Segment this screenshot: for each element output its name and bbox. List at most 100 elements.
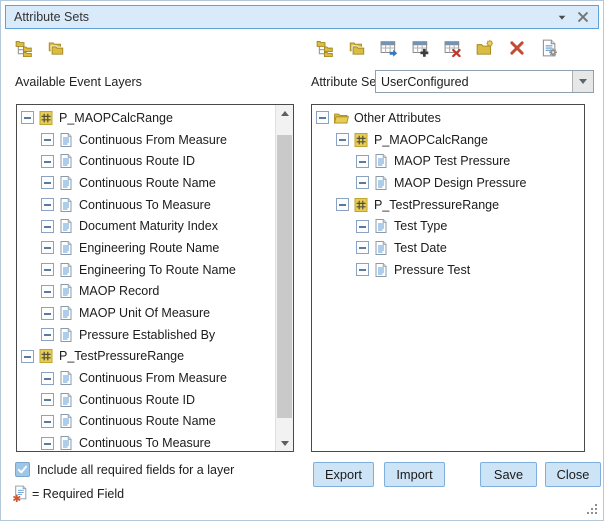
tree-item[interactable]: Engineering To Route Name [17,259,293,281]
expand-layers-tree-icon[interactable] [15,39,33,57]
pane-options-caret-icon[interactable] [555,10,569,24]
include-required-checkbox[interactable] [15,462,30,477]
tree-item[interactable]: MAOP Unit Of Measure [17,302,293,324]
tree-item-label: Pressure Established By [79,328,215,342]
tree-item-label: Continuous From Measure [79,371,227,385]
tree-item[interactable]: Test Type [312,215,584,237]
tree-item[interactable]: Continuous Route ID [17,389,293,411]
field-icon [373,218,389,234]
field-icon [373,240,389,256]
new-attribute-set-icon[interactable] [476,39,494,57]
window-controls [555,6,590,28]
tree-item[interactable]: P_TestPressureRange [312,194,584,216]
expand-attributes-tree-icon[interactable] [316,39,334,57]
left-tree-scrollbar[interactable] [275,105,293,451]
tree-item[interactable]: Continuous Route Name [17,411,293,433]
collapse-expander-icon[interactable] [21,350,34,363]
field-icon [373,262,389,278]
tree-item[interactable]: Continuous Route Name [17,172,293,194]
collapse-expander-icon[interactable] [356,176,369,189]
tree-item-label: Document Maturity Index [79,219,218,233]
scrollbar-thumb[interactable] [277,135,292,418]
tree-item-label: Test Type [394,219,447,233]
collapse-attributes-tree-icon[interactable] [348,39,366,57]
tree-item[interactable]: Continuous To Measure [17,432,293,451]
required-field-icon [11,484,29,502]
collapse-expander-icon[interactable] [41,307,54,320]
tree-item-label: Continuous To Measure [79,198,211,212]
collapse-expander-icon[interactable] [41,415,54,428]
tree-item-label: Engineering To Route Name [79,263,236,277]
collapse-expander-icon[interactable] [41,220,54,233]
scroll-up-icon[interactable] [276,105,293,121]
resize-grip[interactable] [587,504,599,516]
remove-table-field-icon[interactable] [444,39,462,57]
field-icon [58,327,74,343]
collapse-expander-icon[interactable] [41,393,54,406]
collapse-expander-icon[interactable] [316,111,329,124]
collapse-expander-icon[interactable] [336,133,349,146]
tree-item-label: Test Date [394,241,447,255]
add-table-field-icon[interactable] [412,39,430,57]
tree-item[interactable]: Pressure Test [312,259,584,281]
collapse-expander-icon[interactable] [41,437,54,450]
field-icon [58,175,74,191]
tree-item[interactable]: MAOP Record [17,281,293,303]
tree-item[interactable]: Continuous From Measure [17,367,293,389]
event-layer-icon [38,348,54,364]
collapse-expander-icon[interactable] [41,198,54,211]
collapse-expander-icon[interactable] [41,328,54,341]
titlebar[interactable]: Attribute Sets [5,5,599,29]
tree-item-label: Continuous Route Name [79,176,216,190]
tree-item[interactable]: Engineering Route Name [17,237,293,259]
delete-attribute-set-icon[interactable] [508,39,526,57]
available-event-layers-tree: P_MAOPCalcRange Continuous From Measure … [17,105,293,451]
collapse-expander-icon[interactable] [41,263,54,276]
collapse-expander-icon[interactable] [41,176,54,189]
collapse-expander-icon[interactable] [21,111,34,124]
checkmark-icon [16,463,29,476]
field-icon [58,153,74,169]
import-button[interactable]: Import [384,462,445,487]
tree-item-label: P_TestPressureRange [374,198,499,212]
tree-item[interactable]: MAOP Test Pressure [312,150,584,172]
collapse-layers-tree-icon[interactable] [47,39,65,57]
collapse-expander-icon[interactable] [356,263,369,276]
collapse-expander-icon[interactable] [336,198,349,211]
collapse-expander-icon[interactable] [41,285,54,298]
close-icon[interactable] [576,10,590,24]
attribute-set-select[interactable]: UserConfigured [375,70,594,93]
attribute-set-report-icon[interactable] [540,39,558,57]
collapse-expander-icon[interactable] [356,241,369,254]
scroll-down-icon[interactable] [276,435,293,451]
tree-item[interactable]: Pressure Established By [17,324,293,346]
close-button[interactable]: Close [545,462,601,487]
tree-item[interactable]: Test Date [312,237,584,259]
collapse-expander-icon[interactable] [356,220,369,233]
collapse-expander-icon[interactable] [356,155,369,168]
export-button[interactable]: Export [313,462,374,487]
tree-item[interactable]: Document Maturity Index [17,215,293,237]
attribute-sets-dialog: Attribute Sets Available Event Layers At… [0,0,604,521]
save-button[interactable]: Save [480,462,537,487]
tree-item[interactable]: Continuous From Measure [17,129,293,151]
attribute-set-tree: Other Attributes P_MAOPCalcRange MAOP Te… [312,105,584,451]
tree-item[interactable]: MAOP Design Pressure [312,172,584,194]
combo-dropdown-icon[interactable] [572,71,593,92]
tree-item[interactable]: Continuous To Measure [17,194,293,216]
tree-item[interactable]: P_MAOPCalcRange [312,129,584,151]
tree-item-label: MAOP Test Pressure [394,154,510,168]
collapse-expander-icon[interactable] [41,241,54,254]
tree-item[interactable]: Continuous Route ID [17,150,293,172]
tree-item[interactable]: Other Attributes [312,107,584,129]
tree-item[interactable]: P_TestPressureRange [17,346,293,368]
event-layer-icon [353,132,369,148]
collapse-expander-icon[interactable] [41,372,54,385]
collapse-expander-icon[interactable] [41,133,54,146]
collapse-expander-icon[interactable] [41,155,54,168]
field-icon [58,435,74,451]
edit-table-icon[interactable] [380,39,398,57]
tree-item-label: Continuous To Measure [79,436,211,450]
tree-item[interactable]: P_MAOPCalcRange [17,107,293,129]
field-icon [373,153,389,169]
